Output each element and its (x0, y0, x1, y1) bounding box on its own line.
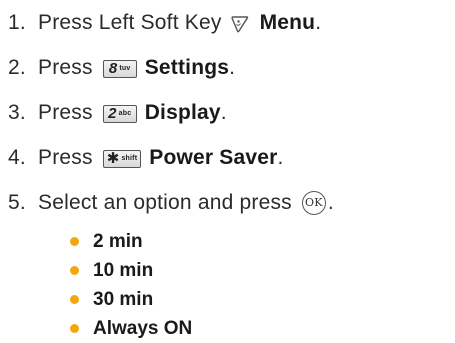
key-main: 8 (108, 60, 118, 77)
option-label: 30 min (93, 288, 154, 310)
step-number: 5. (8, 190, 26, 214)
list-item: 2 min (70, 227, 192, 256)
left-soft-key-icon (230, 15, 248, 32)
step-suffix: . (315, 10, 322, 34)
list-item: Always ON (70, 314, 192, 343)
step-number: 2. (8, 55, 26, 79)
instruction-steps: 1. Press Left Soft Key Menu . 2. Press 8… (8, 0, 448, 225)
step-number: 3. (8, 100, 26, 124)
step-4: 4. Press ✱ shift Power Saver . (8, 135, 448, 180)
key-2-icon: 2 abc (102, 104, 137, 123)
step-label-menu: Menu (259, 10, 316, 34)
step-text: Press (38, 145, 93, 169)
step-label-display: Display (144, 100, 221, 124)
option-label: 10 min (93, 259, 154, 281)
option-list: 2 min 10 min 30 min Always ON (70, 227, 192, 343)
key-sub: shift (121, 155, 138, 162)
option-label: Always ON (93, 317, 193, 339)
step-label-power-saver: Power Saver (149, 145, 278, 169)
step-number: 1. (8, 10, 26, 34)
key-main: 2 (108, 105, 117, 122)
step-3: 3. Press 2 abc Display . (8, 90, 448, 135)
bullet-icon (70, 237, 79, 246)
step-number: 4. (8, 145, 26, 169)
step-label-settings: Settings (144, 55, 230, 79)
step-suffix: . (327, 190, 334, 214)
key-sub: tuv (119, 65, 131, 72)
step-text: Select an option and press (38, 190, 292, 214)
key-main: ✱ (106, 150, 120, 167)
ok-key-icon: OK (301, 190, 326, 215)
key-8-icon: 8 tuv (102, 59, 137, 78)
step-suffix: . (229, 55, 236, 79)
key-sub: abc (118, 110, 132, 117)
option-label: 2 min (93, 230, 143, 252)
step-text: Press (38, 55, 93, 79)
step-text: Press Left Soft Key (38, 10, 222, 34)
list-item: 30 min (70, 285, 192, 314)
step-1: 1. Press Left Soft Key Menu . (8, 0, 448, 45)
key-star-icon: ✱ shift (102, 149, 142, 168)
step-5: 5. Select an option and press OK . (8, 180, 448, 225)
bullet-icon (70, 266, 79, 275)
step-2: 2. Press 8 tuv Settings . (8, 45, 448, 90)
bullet-icon (70, 324, 79, 333)
step-suffix: . (220, 100, 227, 124)
step-text: Press (38, 100, 93, 124)
list-item: 10 min (70, 256, 192, 285)
step-suffix: . (277, 145, 284, 169)
bullet-icon (70, 295, 79, 304)
